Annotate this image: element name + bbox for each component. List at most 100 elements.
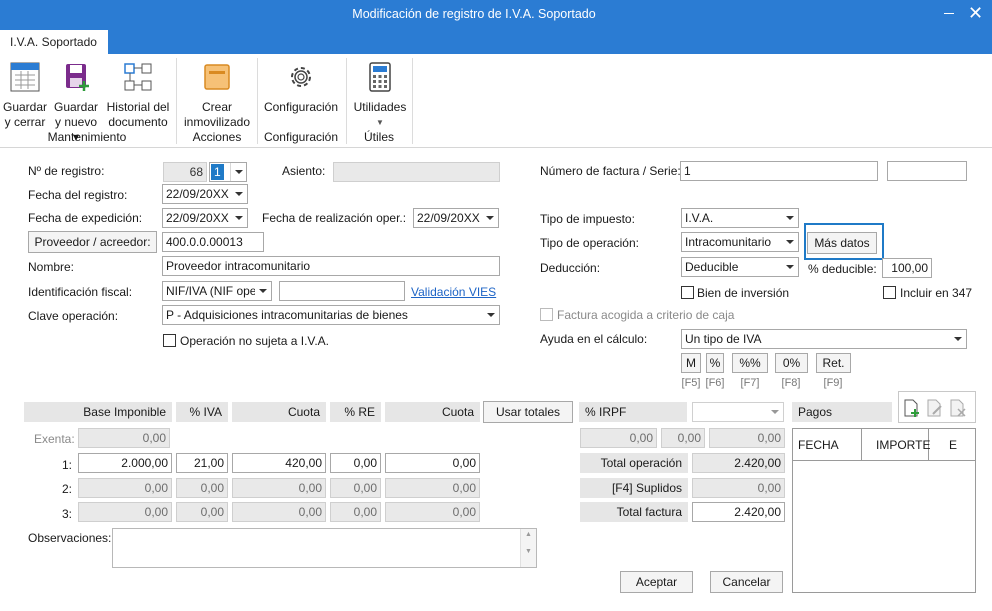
pct-deducible-field[interactable]: 100,00 [882,258,932,278]
header-pct-re: % RE [330,402,381,422]
tipo-impuesto-label: Tipo de impuesto: [540,212,635,226]
save-close-icon [10,62,40,92]
incluir-347-checkbox[interactable] [883,286,896,299]
pagos-table: FECHA IMPORTE E [792,428,976,593]
historial-line2: documento [108,115,168,129]
calc-key-f8: [F8] [781,377,801,389]
tipo-operacion-select[interactable]: Intracomunitario [681,232,799,252]
fecha-expedicion-value: 22/09/20XX [166,211,229,225]
guardar-nuevo-line1: Guardar [53,100,99,114]
row-2-cuota: 0,00 [232,478,326,498]
calc-ret-button[interactable]: Ret. [816,353,851,373]
tipo-impuesto-select[interactable]: I.V.A. [681,208,799,228]
criterio-caja-checkbox[interactable] [540,308,553,321]
delete-document-icon[interactable] [949,398,967,418]
n-registro-field: 68 [163,162,207,182]
fecha-realizacion-field[interactable]: 22/09/20XX [413,208,499,228]
no-sujeta-label: Operación no sujeta a I.V.A. [180,334,329,348]
edit-document-icon[interactable] [926,398,944,418]
tipo-operacion-label: Tipo de operación: [540,236,639,250]
guardar-cerrar-line1: Guardar [2,100,48,114]
proveedor-acreedor-button[interactable]: Proveedor / acreedor: [28,231,157,253]
no-sujeta-checkbox[interactable] [163,334,176,347]
row-1-base[interactable]: 2.000,00 [78,453,172,473]
nif-field[interactable] [279,281,405,301]
asiento-field [333,162,500,182]
row-3-re: 0,00 [330,502,381,522]
validacion-vies-link[interactable]: Validación VIES [411,285,496,299]
row-1-cuota-re[interactable]: 0,00 [385,453,480,473]
history-icon [124,63,152,91]
historial-button[interactable]: Historial del documento [104,61,172,130]
irpf-select[interactable] [692,402,784,422]
calc-m-button[interactable]: M [681,353,701,373]
total-operacion-label: Total operación [580,453,688,473]
ayuda-calculo-select[interactable]: Un tipo de IVA [681,329,967,349]
deduccion-select[interactable]: Deducible [681,257,799,277]
pct-deducible-label: % deducible: [808,262,877,276]
title-bar: Modificación de registro de I.V.A. Sopor… [0,0,992,30]
row-2-re: 0,00 [330,478,381,498]
ribbon-separator [176,58,177,144]
configuracion-label: Configuración [263,100,339,114]
ribbon-tab-strip [0,30,992,54]
row-1-cuota[interactable]: 420,00 [232,453,326,473]
calc-zero-button[interactable]: 0% [775,353,808,373]
row-1-re[interactable]: 0,00 [330,453,381,473]
nombre-field[interactable]: Proveedor intracomunitario [162,256,500,276]
row-1-label: 1: [62,458,73,472]
utilidades-button[interactable]: Utilidades ▼ [350,61,410,130]
calc-key-f9: [F9] [823,377,843,389]
row-1-iva[interactable]: 21,00 [176,453,228,473]
add-document-icon[interactable] [903,398,921,418]
close-button[interactable]: ✕ [968,4,983,22]
bien-inversion-checkbox[interactable] [681,286,694,299]
fixed-asset-icon [204,64,230,90]
save-new-icon [66,64,89,91]
group-configuracion: Configuración [263,130,339,144]
identificacion-select[interactable]: NIF/IVA (NIF oper [162,281,272,301]
fecha-registro-field[interactable]: 22/09/20XX [162,184,248,204]
row-3-label: 3: [62,507,73,521]
calculator-icon [369,62,391,92]
exenta-field: 0,00 [78,428,170,448]
calc-key-f7: [F7] [740,377,760,389]
serie-field[interactable] [887,161,967,181]
observaciones-scrollbar[interactable]: ▲ ▼ [520,529,536,567]
deduccion-value: Deducible [685,260,739,274]
exenta-label: Exenta: [34,432,75,446]
mas-datos-button[interactable]: Más datos [807,232,877,254]
crear-inmovilizado-button[interactable]: Crear inmovilizado [180,61,254,130]
proveedor-field[interactable]: 400.0.0.00013 [162,232,264,252]
identificacion-value: NIF/IVA (NIF oper [166,284,261,298]
calc-pctpct-button[interactable]: %% [732,353,768,373]
usar-totales-button[interactable]: Usar totales [483,401,573,423]
clave-operacion-select[interactable]: P - Adquisiciones intracomunitarias de b… [162,305,500,325]
observaciones-textarea[interactable]: ▲ ▼ [112,528,537,568]
ayuda-calculo-value: Un tipo de IVA [685,332,762,346]
serie-select[interactable]: 1 [209,162,247,182]
guardar-cerrar-button[interactable]: Guardar y cerrar [2,61,48,130]
calc-pct-button[interactable]: % [706,353,724,373]
configuracion-button[interactable]: Configuración [260,61,342,115]
fecha-registro-value: 22/09/20XX [166,187,229,201]
header-pct-irpf: % IRPF [579,402,687,422]
header-base-imponible: Base Imponible [24,402,172,422]
numero-factura-label: Número de factura / Serie: [540,164,681,178]
pagos-header-row: FECHA IMPORTE E [793,429,975,461]
criterio-caja-label: Factura acogida a criterio de caja [557,308,735,322]
row-2-label: 2: [62,482,73,496]
tab-iva-soportado[interactable]: I.V.A. Soportado [0,30,108,55]
cancelar-button[interactable]: Cancelar [710,571,783,593]
fecha-expedicion-field[interactable]: 22/09/20XX [162,208,248,228]
header-cuota: Cuota [232,402,326,422]
pagos-col-importe: IMPORTE [862,429,930,460]
minimize-button[interactable] [944,13,954,14]
nombre-label: Nombre: [28,260,75,274]
suplidos-label: [F4] Suplidos [580,478,688,498]
numero-factura-field[interactable]: 1 [680,161,878,181]
chevron-down-icon: ▼ [376,118,384,127]
total-factura-field[interactable]: 2.420,00 [692,502,785,522]
row-3-cuota-re: 0,00 [385,502,480,522]
aceptar-button[interactable]: Aceptar [620,571,693,593]
